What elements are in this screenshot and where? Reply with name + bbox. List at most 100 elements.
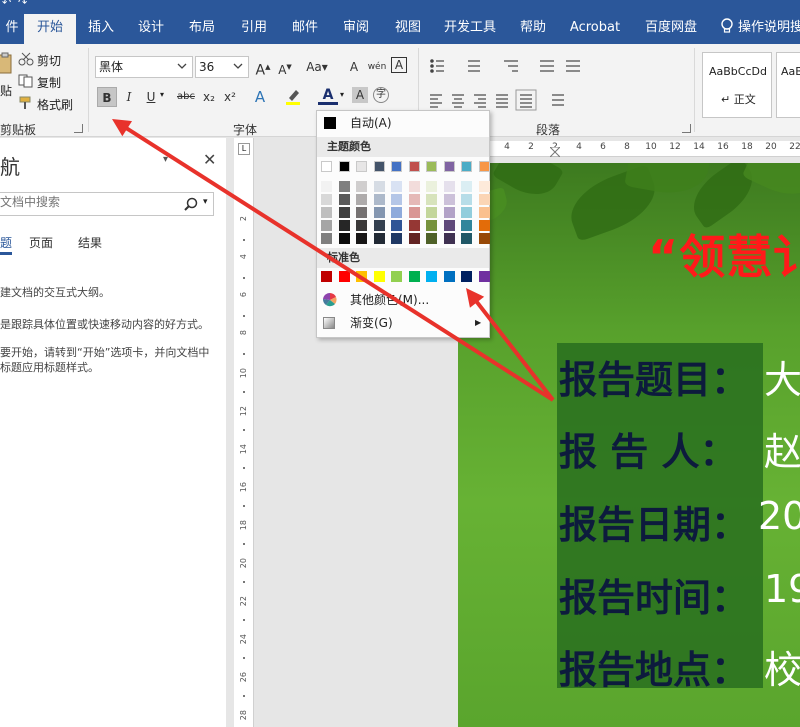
- info-label-date[interactable]: 报告日期：: [559, 494, 749, 549]
- character-shading-button[interactable]: A: [352, 87, 368, 103]
- theme-shade-swatch[interactable]: [426, 181, 437, 192]
- tab-3[interactable]: 设计: [126, 14, 176, 44]
- paragraph-buttons[interactable]: [428, 58, 688, 118]
- nav-search-box[interactable]: ▾: [0, 192, 214, 216]
- theme-shade-swatch[interactable]: [356, 220, 367, 231]
- standard-color-swatch[interactable]: [391, 271, 402, 282]
- info-value-reporter[interactable]: 赵: [764, 421, 800, 476]
- info-value-location[interactable]: 校: [764, 639, 800, 694]
- menu-item-automatic[interactable]: 自动(A): [317, 112, 489, 134]
- tab-8[interactable]: 视图: [382, 14, 434, 44]
- text-effects-button[interactable]: A: [250, 87, 270, 107]
- font-color-button[interactable]: A: [318, 87, 338, 105]
- tell-me-search[interactable]: 操作说明搜: [720, 14, 800, 44]
- paragraph-launcher[interactable]: [682, 124, 691, 133]
- tab-0[interactable]: 件: [0, 14, 24, 44]
- paste-button-label[interactable]: 贴: [0, 82, 12, 99]
- theme-shade-swatch[interactable]: [356, 207, 367, 218]
- theme-shade-swatch[interactable]: [321, 194, 332, 205]
- theme-color-swatch[interactable]: [373, 161, 385, 172]
- change-case-button[interactable]: Aa▾: [303, 57, 331, 77]
- underline-button[interactable]: U: [141, 87, 161, 107]
- theme-shade-swatch[interactable]: [478, 233, 490, 244]
- theme-shade-swatch[interactable]: [373, 207, 385, 218]
- underline-dropdown[interactable]: ▾: [160, 90, 164, 99]
- info-value-date[interactable]: 20: [758, 494, 800, 538]
- superscript-button[interactable]: x²: [220, 87, 240, 107]
- close-icon[interactable]: ✕: [203, 150, 216, 169]
- theme-shade-swatch[interactable]: [426, 194, 437, 205]
- shrink-font-button[interactable]: A▼: [275, 57, 295, 77]
- theme-color-swatch[interactable]: [461, 161, 472, 172]
- theme-shade-swatch[interactable]: [443, 181, 455, 192]
- italic-button[interactable]: I: [119, 87, 139, 107]
- theme-shade-swatch[interactable]: [461, 194, 472, 205]
- tab-selector[interactable]: L: [238, 143, 250, 155]
- tab-7[interactable]: 审阅: [330, 14, 382, 44]
- theme-shade-swatch[interactable]: [338, 181, 350, 192]
- clear-formatting-button[interactable]: A: [344, 57, 364, 77]
- phonetic-guide-button[interactable]: wén: [367, 57, 387, 77]
- theme-shade-swatch[interactable]: [391, 194, 402, 205]
- document-page[interactable]: “领慧讠 报告题目： 大 报 告 人： 赵 报告日期： 20 报告时间： 19 …: [458, 163, 800, 727]
- theme-shade-swatch[interactable]: [338, 220, 350, 231]
- redo-icon[interactable]: ↷: [18, 0, 27, 9]
- info-label-time[interactable]: 报告时间：: [559, 567, 749, 622]
- tab-12[interactable]: 百度网盘: [630, 14, 712, 44]
- cut-button[interactable]: 剪切: [37, 52, 61, 69]
- bold-button[interactable]: B: [97, 87, 117, 107]
- theme-shade-swatch[interactable]: [478, 207, 490, 218]
- theme-shade-swatch[interactable]: [321, 207, 332, 218]
- theme-shade-swatch[interactable]: [478, 181, 490, 192]
- copy-button[interactable]: 复制: [37, 74, 61, 91]
- theme-shade-swatch[interactable]: [373, 233, 385, 244]
- theme-shade-swatch[interactable]: [478, 194, 490, 205]
- undo-icon[interactable]: ↶: [2, 0, 11, 9]
- paste-icon[interactable]: [0, 52, 12, 76]
- theme-shade-swatch[interactable]: [373, 194, 385, 205]
- tab-11[interactable]: Acrobat: [560, 14, 630, 44]
- info-label-topic[interactable]: 报告题目：: [559, 349, 749, 404]
- standard-color-swatch[interactable]: [356, 271, 367, 282]
- theme-shade-swatch[interactable]: [356, 233, 367, 244]
- nav-search-input[interactable]: [0, 195, 170, 209]
- font-color-dropdown[interactable]: ▾: [340, 90, 344, 99]
- nav-options-chevron-icon[interactable]: ▾: [163, 154, 168, 165]
- theme-shade-swatch[interactable]: [426, 207, 437, 218]
- tab-4[interactable]: 布局: [176, 14, 228, 44]
- theme-shade-swatch[interactable]: [443, 194, 455, 205]
- format-painter-button[interactable]: 格式刷: [37, 96, 73, 113]
- theme-shade-swatch[interactable]: [373, 220, 385, 231]
- info-value-topic[interactable]: 大: [764, 349, 800, 404]
- theme-shade-swatch[interactable]: [338, 194, 350, 205]
- nav-tab-headings[interactable]: 题: [0, 234, 12, 251]
- info-label-location[interactable]: 报告地点：: [559, 639, 749, 694]
- theme-shade-swatch[interactable]: [391, 233, 402, 244]
- theme-color-swatch[interactable]: [443, 161, 455, 172]
- standard-color-swatch[interactable]: [478, 271, 490, 282]
- theme-color-swatch[interactable]: [478, 161, 490, 172]
- theme-shade-swatch[interactable]: [461, 181, 472, 192]
- theme-shade-swatch[interactable]: [321, 181, 332, 192]
- character-border-button[interactable]: A: [391, 57, 407, 73]
- menu-item-more-colors[interactable]: 其他颜色(M)...: [317, 289, 489, 311]
- theme-shade-swatch[interactable]: [443, 233, 455, 244]
- theme-shade-swatch[interactable]: [356, 181, 367, 192]
- theme-shade-swatch[interactable]: [321, 220, 332, 231]
- highlight-button[interactable]: [283, 87, 303, 107]
- theme-shade-swatch[interactable]: [391, 181, 402, 192]
- document-title[interactable]: “领慧讠: [648, 221, 800, 287]
- tab-9[interactable]: 开发工具: [434, 14, 506, 44]
- clipboard-launcher[interactable]: [74, 124, 83, 133]
- theme-shade-swatch[interactable]: [408, 233, 420, 244]
- indent-marker[interactable]: [550, 147, 560, 157]
- theme-shade-swatch[interactable]: [391, 220, 402, 231]
- style-next[interactable]: AaB: [776, 52, 800, 118]
- theme-shade-swatch[interactable]: [443, 207, 455, 218]
- theme-shade-swatch[interactable]: [321, 233, 332, 244]
- theme-shade-swatch[interactable]: [338, 207, 350, 218]
- search-icon[interactable]: [184, 197, 198, 211]
- theme-color-swatch[interactable]: [391, 161, 402, 172]
- theme-shade-swatch[interactable]: [391, 207, 402, 218]
- strikethrough-button[interactable]: abc: [173, 87, 199, 107]
